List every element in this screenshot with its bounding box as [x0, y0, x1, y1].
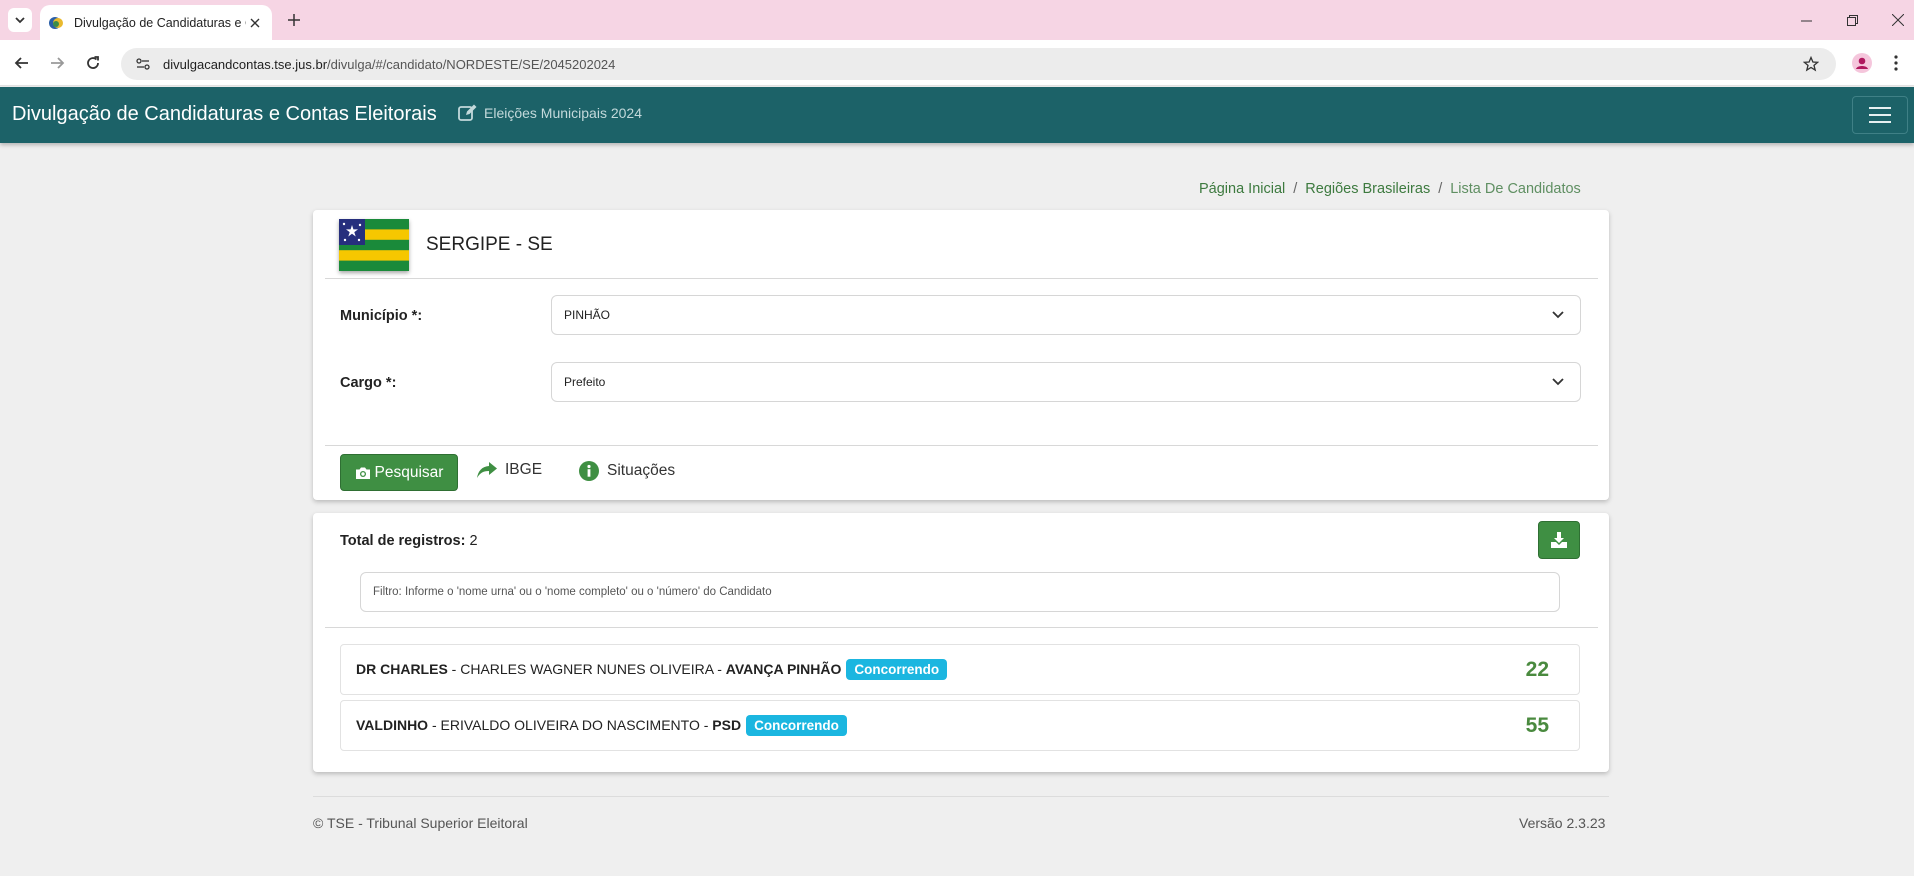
candidate-number: 22: [1525, 658, 1549, 681]
breadcrumb-regioes[interactable]: Regiões Brasileiras: [1305, 181, 1430, 197]
profile-avatar-icon[interactable]: [1851, 52, 1873, 74]
municipio-select-value: PINHÃO: [564, 308, 611, 322]
footer-divider: [313, 796, 1609, 797]
total-records: Total de registros: 2: [340, 533, 478, 549]
breadcrumb-separator: /: [1438, 181, 1443, 197]
total-records-label: Total de registros:: [340, 533, 466, 549]
municipio-select[interactable]: PINHÃO: [551, 295, 1581, 335]
ibge-link[interactable]: IBGE: [477, 461, 542, 479]
browser-menu-icon[interactable]: [1885, 52, 1907, 74]
download-button[interactable]: [1538, 521, 1580, 559]
close-tab-icon[interactable]: [246, 14, 264, 32]
situacoes-link[interactable]: Situações: [579, 461, 675, 481]
info-icon: [579, 461, 599, 481]
candidate-nome-completo: - CHARLES WAGNER NUNES OLIVEIRA -: [447, 661, 726, 677]
candidate-info: VALDINHO - ERIVALDO OLIVEIRA DO NASCIMEN…: [356, 715, 847, 736]
candidate-partido: PSD: [712, 717, 742, 733]
footer-copyright: © TSE - Tribunal Superior Eleitoral: [313, 815, 528, 831]
divider: [325, 445, 1598, 446]
total-records-value: 2: [469, 533, 478, 549]
candidate-nome-urna: VALDINHO: [356, 717, 429, 733]
close-window-icon[interactable]: [1886, 8, 1910, 32]
breadcrumb: Página Inicial / Regiões Brasileiras / L…: [1199, 181, 1581, 197]
restore-icon[interactable]: [1840, 8, 1864, 32]
hamburger-icon: [1869, 107, 1891, 123]
breadcrumb-current: Lista De Candidatos: [1450, 181, 1581, 197]
chevron-down-icon: [1548, 305, 1568, 325]
status-badge: Concorrendo: [846, 659, 948, 680]
forward-icon[interactable]: [45, 51, 69, 75]
minimize-icon[interactable]: [1794, 8, 1818, 32]
status-badge: Concorrendo: [746, 715, 847, 736]
browser-toolbar: divulgacandcontas.tse.jus.br/divulga/#/c…: [0, 40, 1914, 86]
divider: [325, 627, 1598, 628]
pesquisar-button[interactable]: Pesquisar: [340, 454, 458, 491]
results-card: Total de registros: 2 DR CHARLES - CHARL…: [313, 513, 1609, 772]
cargo-label: Cargo *:: [340, 375, 397, 391]
candidate-row[interactable]: DR CHARLES - CHARLES WAGNER NUNES OLIVEI…: [340, 644, 1580, 695]
ibge-label: IBGE: [505, 461, 543, 478]
browser-tab-strip: Divulgação de Candidaturas e C: [0, 0, 1914, 40]
breadcrumb-separator: /: [1293, 181, 1298, 197]
pesquisar-label: Pesquisar: [374, 463, 444, 481]
candidate-partido: AVANÇA PINHÃO: [725, 661, 842, 677]
state-title: SERGIPE - SE: [426, 234, 553, 255]
candidate-filter-input[interactable]: [360, 572, 1560, 612]
candidate-nome-completo: - ERIVALDO OLIVEIRA DO NASCIMENTO -: [428, 717, 713, 733]
back-icon[interactable]: [10, 51, 34, 75]
election-subtitle: Eleições Municipais 2024: [458, 104, 642, 122]
tse-favicon-icon: [49, 16, 63, 29]
sergipe-flag-icon: [339, 219, 409, 271]
divider: [325, 278, 1598, 279]
candidate-row[interactable]: VALDINHO - ERIVALDO OLIVEIRA DO NASCIMEN…: [340, 700, 1580, 751]
camera-icon: [355, 467, 370, 479]
share-arrow-icon: [477, 462, 497, 478]
url-path: /divulga/#/candidato/NORDESTE/SE/2045202…: [327, 56, 616, 72]
search-card: SERGIPE - SE Município *: PINHÃO Cargo *…: [313, 210, 1609, 500]
cargo-select[interactable]: Prefeito: [551, 362, 1581, 402]
new-tab-icon[interactable]: [282, 8, 306, 32]
cargo-select-value: Prefeito: [564, 375, 606, 389]
breadcrumb-home[interactable]: Página Inicial: [1199, 181, 1285, 197]
site-info-icon[interactable]: [129, 50, 157, 78]
footer-version: Versão 2.3.23: [1519, 815, 1606, 831]
menu-toggle-button[interactable]: [1852, 96, 1908, 134]
url-text: divulgacandcontas.tse.jus.br/divulga/#/c…: [163, 57, 615, 72]
tab-search-button[interactable]: [8, 8, 32, 32]
municipio-label: Município *:: [340, 308, 423, 324]
chevron-down-icon: [1548, 372, 1568, 392]
browser-tab-active[interactable]: Divulgação de Candidaturas e C: [40, 5, 272, 40]
bookmark-star-icon[interactable]: [1800, 53, 1822, 75]
edit-icon: [458, 104, 477, 121]
reload-icon[interactable]: [81, 51, 105, 75]
app-header: Divulgação de Candidaturas e Contas Elei…: [0, 87, 1914, 143]
chevron-down-icon: [15, 17, 25, 24]
url-host: divulgacandcontas.tse.jus.br: [163, 56, 328, 72]
candidate-nome-urna: DR CHARLES: [356, 661, 448, 677]
candidate-number: 55: [1525, 714, 1549, 737]
tab-title: Divulgação de Candidaturas e C: [74, 15, 246, 30]
address-bar[interactable]: divulgacandcontas.tse.jus.br/divulga/#/c…: [121, 48, 1836, 80]
app-title[interactable]: Divulgação de Candidaturas e Contas Elei…: [12, 103, 437, 126]
situacoes-label: Situações: [607, 462, 676, 479]
election-subtitle-text: Eleições Municipais 2024: [484, 105, 642, 121]
candidate-info: DR CHARLES - CHARLES WAGNER NUNES OLIVEI…: [356, 659, 948, 680]
download-icon: [1551, 532, 1567, 548]
